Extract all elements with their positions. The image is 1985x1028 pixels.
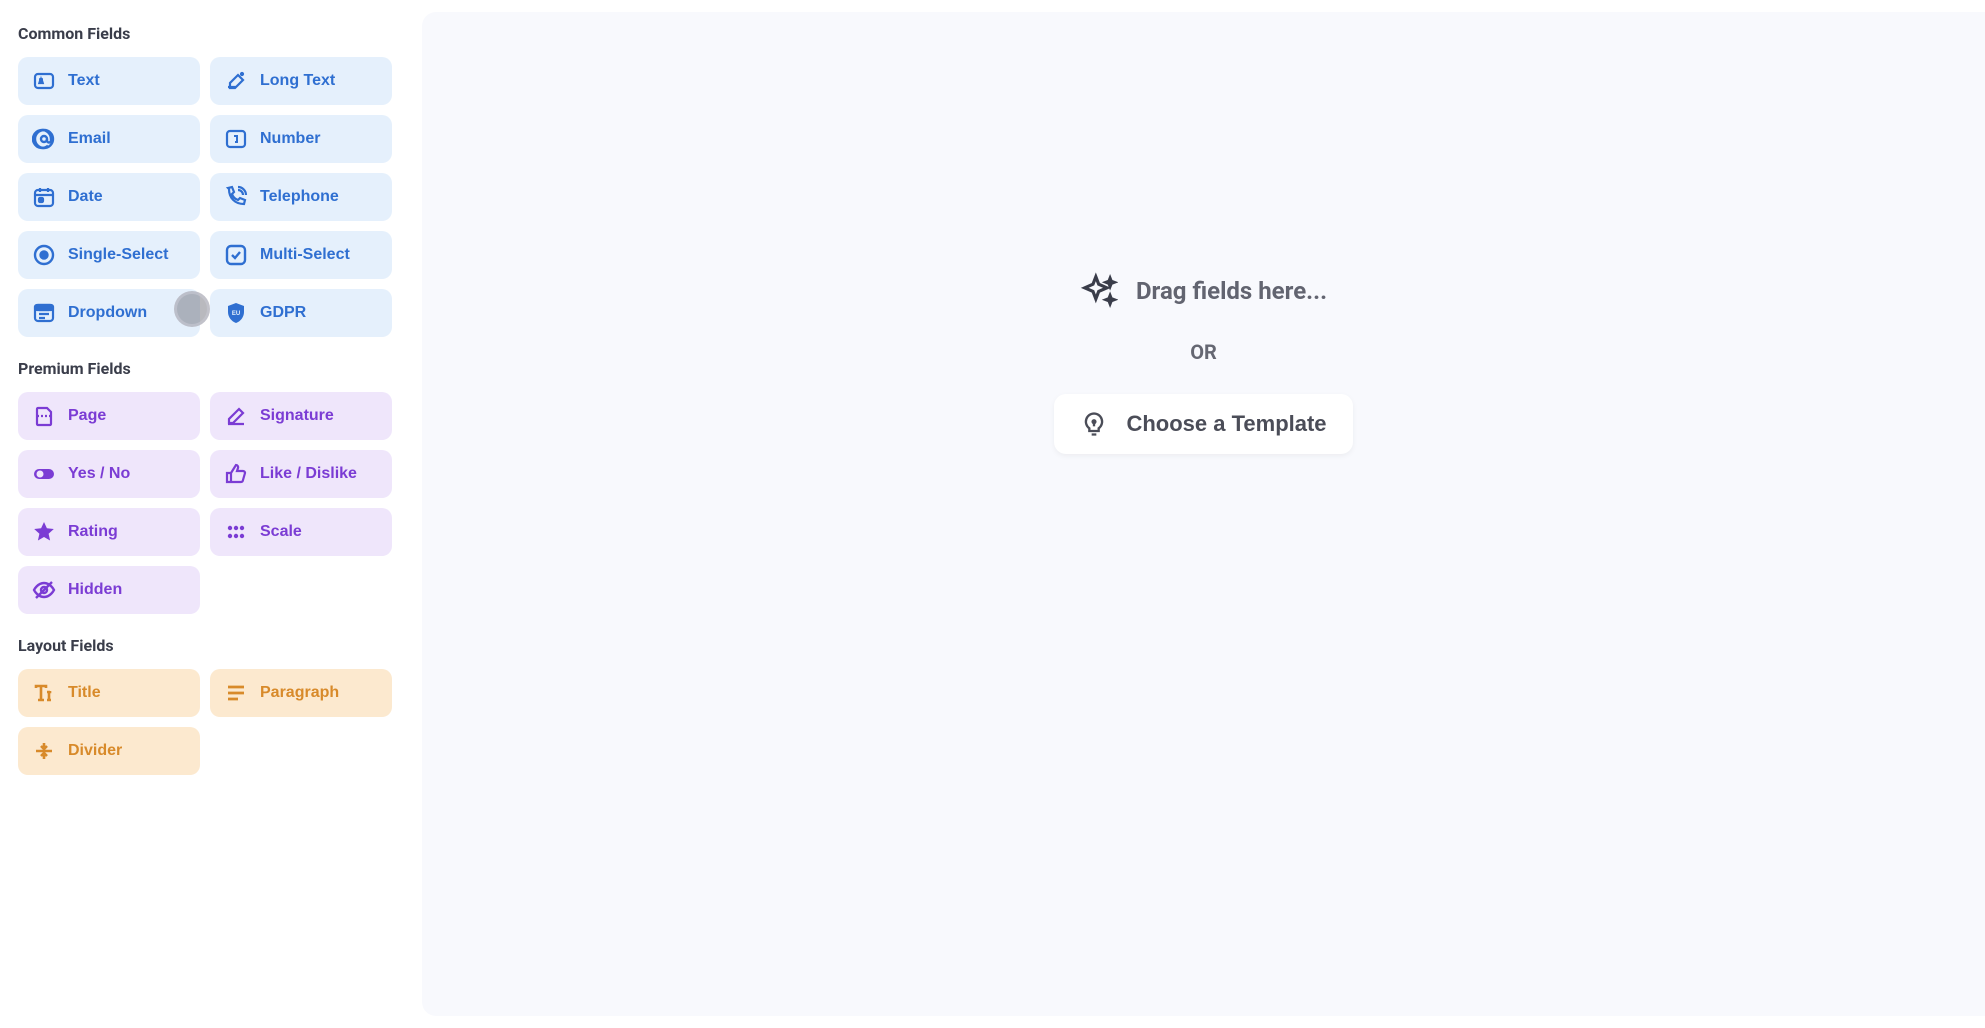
field-single-select[interactable]: Single-Select bbox=[18, 231, 200, 279]
field-like-dislike[interactable]: Like / Dislike bbox=[210, 450, 392, 498]
template-btn-label: Choose a Template bbox=[1126, 411, 1326, 437]
field-label: Yes / No bbox=[68, 465, 130, 483]
field-label: Multi-Select bbox=[260, 246, 350, 264]
field-label: Number bbox=[260, 130, 320, 148]
text-icon: A bbox=[32, 69, 56, 93]
field-scale[interactable]: Scale bbox=[210, 508, 392, 556]
gdpr-icon: EU bbox=[224, 301, 248, 325]
field-text[interactable]: A Text bbox=[18, 57, 200, 105]
email-icon bbox=[32, 127, 56, 151]
field-label: Scale bbox=[260, 523, 302, 541]
field-label: Long Text bbox=[260, 72, 335, 90]
field-label: Hidden bbox=[68, 581, 122, 599]
paragraph-icon bbox=[224, 681, 248, 705]
fields-sidebar: Common Fields A Text Long Text Email Num… bbox=[0, 0, 410, 1028]
field-d:-dropdown[interactable]: Dropdown bbox=[18, 289, 200, 337]
svg-text:A: A bbox=[39, 79, 43, 85]
field-label: Paragraph bbox=[260, 684, 339, 702]
drag-hint-text: Drag fields here... bbox=[1136, 277, 1327, 305]
field-telephone[interactable]: Telephone bbox=[210, 173, 392, 221]
section-title-layout: Layout Fields bbox=[18, 636, 392, 655]
multi-select-icon bbox=[224, 243, 248, 267]
field-date[interactable]: Date bbox=[18, 173, 200, 221]
svg-text:EU: EU bbox=[232, 311, 240, 317]
single-select-icon bbox=[32, 243, 56, 267]
section-title-premium: Premium Fields bbox=[18, 359, 392, 378]
rating-icon bbox=[32, 520, 56, 544]
field-divider[interactable]: Divider bbox=[18, 727, 200, 775]
lightbulb-icon bbox=[1080, 410, 1108, 438]
title-icon bbox=[32, 681, 56, 705]
field-number[interactable]: Number bbox=[210, 115, 392, 163]
field-label: Email bbox=[68, 130, 111, 148]
date-icon bbox=[32, 185, 56, 209]
page-icon bbox=[32, 404, 56, 428]
field-label: Rating bbox=[68, 523, 118, 541]
divider-icon bbox=[32, 739, 56, 763]
field-yes-no[interactable]: Yes / No bbox=[18, 450, 200, 498]
field-title[interactable]: Title bbox=[18, 669, 200, 717]
telephone-icon bbox=[224, 185, 248, 209]
field-rating[interactable]: Rating bbox=[18, 508, 200, 556]
drag-hint: Drag fields here... bbox=[1080, 272, 1327, 310]
like-dislike-icon bbox=[224, 462, 248, 486]
hidden-icon bbox=[32, 578, 56, 602]
layout-fields-grid: Title Paragraph Divider bbox=[18, 669, 392, 775]
section-title-common: Common Fields bbox=[18, 24, 392, 43]
field-signature[interactable]: Signature bbox=[210, 392, 392, 440]
field-label: Telephone bbox=[260, 188, 339, 206]
long-text-icon bbox=[224, 69, 248, 93]
field-long-text[interactable]: Long Text bbox=[210, 57, 392, 105]
field-label: Like / Dislike bbox=[260, 465, 357, 483]
field-label: Text bbox=[68, 72, 100, 90]
choose-template-button[interactable]: Choose a Template bbox=[1054, 394, 1352, 454]
field-label: Divider bbox=[68, 742, 122, 760]
field-paragraph[interactable]: Paragraph bbox=[210, 669, 392, 717]
field-gdpr[interactable]: EU GDPR bbox=[210, 289, 392, 337]
sparkle-icon bbox=[1080, 272, 1118, 310]
field-label: Single-Select bbox=[68, 246, 168, 264]
signature-icon bbox=[224, 404, 248, 428]
field-label: Date bbox=[68, 188, 103, 206]
field-multi-select[interactable]: Multi-Select bbox=[210, 231, 392, 279]
field-label: Signature bbox=[260, 407, 334, 425]
dropdown-icon bbox=[32, 301, 56, 325]
field-hidden[interactable]: Hidden bbox=[18, 566, 200, 614]
field-email[interactable]: Email bbox=[18, 115, 200, 163]
field-label: GDPR bbox=[260, 304, 306, 322]
field-label: Title bbox=[68, 684, 101, 702]
scale-icon bbox=[224, 520, 248, 544]
number-icon bbox=[224, 127, 248, 151]
field-label: Page bbox=[68, 407, 106, 425]
field-page[interactable]: Page bbox=[18, 392, 200, 440]
premium-fields-grid: Page Signature Yes / No Like / Dislike R… bbox=[18, 392, 392, 614]
form-canvas[interactable]: Drag fields here... OR Choose a Template bbox=[422, 12, 1985, 1016]
or-separator: OR bbox=[1190, 340, 1217, 364]
yes-no-icon bbox=[32, 462, 56, 486]
common-fields-grid: A Text Long Text Email Number Date Telep… bbox=[18, 57, 392, 337]
field-label: Dropdown bbox=[68, 304, 147, 322]
